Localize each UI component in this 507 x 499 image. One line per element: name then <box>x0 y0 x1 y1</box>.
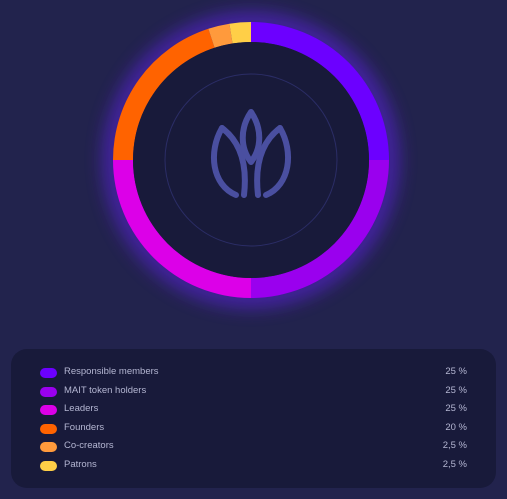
legend-swatch <box>40 424 57 434</box>
legend-swatch <box>40 387 57 397</box>
legend-label: MAIT token holders <box>64 385 147 396</box>
legend-label: Founders <box>64 422 105 433</box>
legend-item: Co-creators 2,5 % <box>11 438 496 456</box>
legend-swatch <box>40 405 57 415</box>
legend-value: 25 % <box>445 403 467 414</box>
legend-label: Leaders <box>64 403 99 414</box>
legend-item: MAIT token holders 25 % <box>11 383 496 401</box>
legend-item: Responsible members 25 % <box>11 364 496 382</box>
legend-swatch <box>40 368 57 378</box>
legend-value: 2,5 % <box>442 440 467 451</box>
legend-swatch <box>40 461 57 471</box>
legend-panel: Responsible members 25 % MAIT token hold… <box>11 349 496 488</box>
legend-swatch <box>40 442 57 452</box>
legend-value: 2,5 % <box>442 459 467 470</box>
donut-chart <box>0 0 507 330</box>
donut-slice <box>229 22 251 44</box>
legend-item: Patrons 2,5 % <box>11 457 496 475</box>
legend-label: Co-creators <box>64 440 114 451</box>
legend-item: Founders 20 % <box>11 420 496 438</box>
legend-value: 25 % <box>445 366 467 377</box>
legend-value: 25 % <box>445 385 467 396</box>
legend-item: Leaders 25 % <box>11 401 496 419</box>
legend-label: Responsible members <box>64 366 159 377</box>
legend-label: Patrons <box>64 459 97 470</box>
legend-value: 20 % <box>445 422 467 433</box>
donut-chart-svg <box>104 13 398 307</box>
